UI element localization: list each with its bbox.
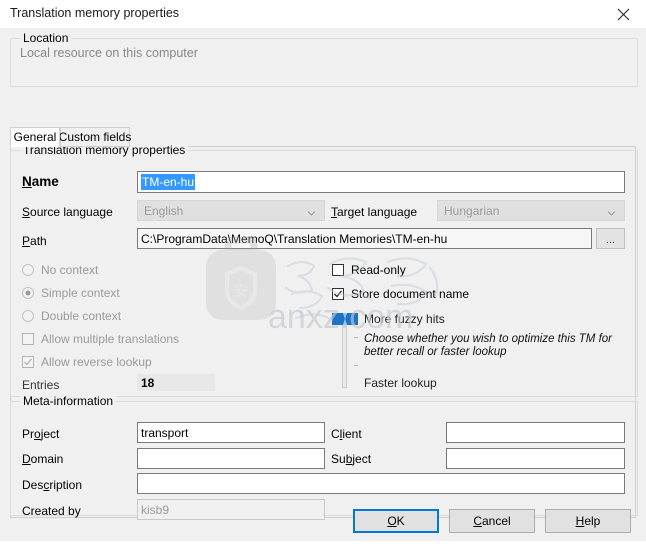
client-input[interactable] (446, 422, 625, 443)
cancel-button[interactable]: Cancel (449, 509, 535, 533)
checkbox-read-only[interactable]: Read-only (332, 263, 406, 277)
entries-label: Entries (22, 378, 60, 392)
window-title: Translation memory properties (10, 6, 180, 20)
slider-hint-line-2: better recall or faster lookup (364, 346, 507, 358)
tab-strip: General Custom fields (10, 127, 636, 147)
slider-hint: Choose whether you wish to optimize this… (364, 333, 612, 359)
description-label: Description (22, 478, 83, 492)
checkbox-store-document-name[interactable]: Store document name (332, 287, 469, 301)
created-by-input: kisb9 (137, 499, 325, 520)
target-language-select[interactable]: Hungarian (437, 200, 625, 221)
domain-label: Domain (22, 452, 64, 466)
target-language-label: Target language (331, 205, 418, 219)
browse-path-button[interactable]: ... (596, 228, 625, 249)
path-value: C:\ProgramData\MemoQ\Translation Memorie… (141, 231, 448, 246)
close-button[interactable] (600, 0, 646, 28)
checkbox-allow-multiple-indicator (22, 333, 34, 345)
tab-custom-fields[interactable]: Custom fields (59, 127, 131, 147)
slider-hint-line-1: Choose whether you wish to optimize this… (364, 333, 612, 345)
slider-thumb[interactable] (332, 313, 358, 325)
source-language-label: Source language (22, 205, 113, 219)
radio-no-context[interactable]: No context (22, 263, 98, 277)
project-input[interactable]: transport (137, 422, 325, 443)
chevron-down-icon (307, 206, 316, 216)
created-by-value: kisb9 (141, 502, 170, 517)
subject-label: Subject (331, 452, 372, 466)
project-label: Project (22, 427, 60, 441)
location-value: Local resource on this computer (20, 46, 198, 60)
created-by-label: Created by (22, 504, 81, 518)
dialog-body: Location Local resource on this computer… (0, 28, 646, 541)
subject-input[interactable] (446, 448, 625, 469)
fuzzy-lookup-slider[interactable] (330, 313, 360, 391)
source-language-value: English (144, 203, 184, 218)
name-label: Name (22, 174, 59, 189)
radio-simple-context-label: Simple context (41, 286, 120, 300)
cancel-button-label: Cancel (473, 514, 511, 528)
checkbox-allow-reverse-indicator (22, 356, 34, 368)
path-input[interactable]: C:\ProgramData\MemoQ\Translation Memorie… (137, 228, 592, 249)
client-label: Client (331, 427, 362, 441)
chevron-down-icon (607, 206, 616, 216)
slider-track (342, 316, 347, 388)
title-bar: Translation memory properties (0, 0, 646, 29)
checkbox-store-document-indicator (332, 288, 344, 300)
checkbox-allow-multiple-label: Allow multiple translations (41, 332, 180, 346)
checkbox-store-document-label: Store document name (351, 287, 470, 301)
meta-information-legend: Meta-information (20, 394, 117, 408)
browse-path-label: ... (605, 234, 616, 246)
entries-value: 18 (141, 375, 155, 390)
entries-value-box: 18 (137, 374, 215, 391)
checkbox-allow-reverse-lookup[interactable]: Allow reverse lookup (22, 355, 152, 369)
radio-double-context-label: Double context (41, 309, 122, 323)
help-button[interactable]: Help (545, 509, 631, 533)
radio-double-context[interactable]: Double context (22, 309, 121, 323)
slider-bottom-label: Faster lookup (364, 376, 437, 390)
slider-tick (354, 365, 358, 366)
help-button-label: Help (575, 514, 601, 528)
radio-simple-context[interactable]: Simple context (22, 286, 120, 300)
checkbox-read-only-indicator (332, 264, 344, 276)
slider-tick (354, 337, 358, 338)
close-icon (617, 8, 630, 21)
path-label: Path (22, 234, 47, 248)
checkbox-allow-multiple-translations[interactable]: Allow multiple translations (22, 332, 179, 346)
source-language-select[interactable]: English (137, 200, 325, 221)
radio-double-context-indicator (22, 310, 34, 322)
radio-no-context-label: No context (41, 263, 99, 277)
domain-input[interactable] (137, 448, 325, 469)
radio-simple-context-indicator (22, 287, 34, 299)
slider-top-label: More fuzzy hits (364, 312, 445, 326)
checkbox-allow-reverse-label: Allow reverse lookup (41, 355, 152, 369)
ok-button[interactable]: OK (353, 509, 439, 533)
description-input[interactable] (137, 473, 625, 494)
name-input[interactable]: TM-en-hu (137, 171, 625, 193)
radio-no-context-indicator (22, 264, 34, 276)
location-group-legend: Location (20, 31, 72, 45)
ok-button-label: OK (387, 514, 405, 528)
tab-general[interactable]: General (10, 127, 60, 147)
name-input-value: TM-en-hu (141, 174, 196, 190)
project-value: transport (141, 425, 189, 440)
checkbox-read-only-label: Read-only (351, 263, 406, 277)
target-language-value: Hungarian (444, 203, 500, 218)
